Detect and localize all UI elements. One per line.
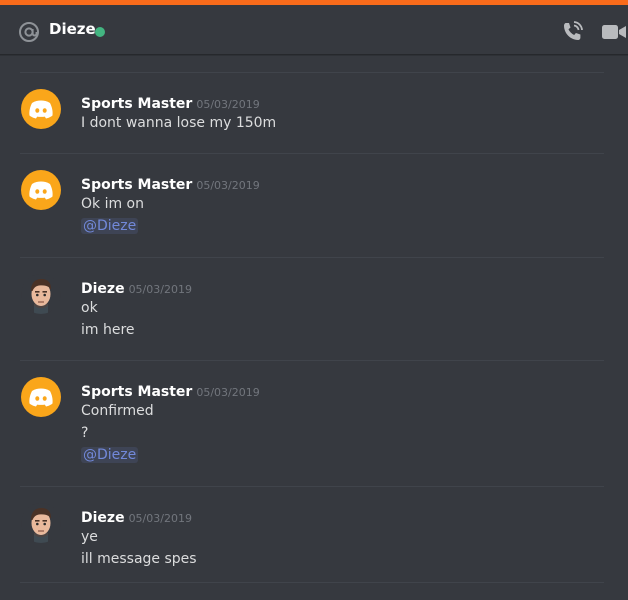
message: Dieze 05/03/2019 ye ill message spes: [0, 503, 628, 587]
timestamp: 05/03/2019: [196, 179, 260, 192]
message-list[interactable]: Sports Master 05/03/2019 I dont wanna los…: [0, 56, 628, 600]
message-text: ye: [81, 529, 98, 545]
timestamp: 05/03/2019: [128, 512, 192, 525]
message-mention-line: @Dieze: [81, 218, 139, 234]
divider: [20, 72, 604, 73]
channel-title: Dieze: [49, 20, 96, 38]
message-text: im here: [81, 322, 135, 338]
chat-header: Dieze: [0, 5, 628, 55]
message-header: Dieze 05/03/2019: [81, 507, 192, 526]
message: Dieze 05/03/2019 ok im here: [0, 274, 628, 358]
divider: [20, 582, 604, 583]
divider: [20, 153, 604, 154]
message-header: Sports Master 05/03/2019: [81, 93, 260, 112]
message-header: Dieze 05/03/2019: [81, 278, 192, 297]
message-text: ill message spes: [81, 551, 197, 567]
discord-default-avatar[interactable]: [21, 170, 61, 210]
message-text: Ok im on: [81, 196, 144, 212]
message-mention-line: @Dieze: [81, 447, 139, 463]
message: Sports Master 05/03/2019 I dont wanna los…: [0, 89, 628, 153]
message-text: Confirmed: [81, 403, 154, 419]
author-name[interactable]: Sports Master: [81, 384, 192, 400]
divider: [20, 257, 604, 258]
author-name[interactable]: Sports Master: [81, 96, 192, 112]
message-text: ok: [81, 300, 98, 316]
message-text: ?: [81, 425, 89, 441]
message: Sports Master 05/03/2019 Confirmed ? @Die…: [0, 377, 628, 485]
voice-call-icon[interactable]: [560, 20, 584, 44]
message-header: Sports Master 05/03/2019: [81, 174, 260, 193]
divider: [20, 360, 604, 361]
cartoon-face-avatar[interactable]: [21, 503, 61, 543]
message-header: Sports Master 05/03/2019: [81, 381, 260, 400]
online-status-dot: [95, 27, 105, 37]
cartoon-face-avatar[interactable]: [21, 274, 61, 314]
author-name[interactable]: Dieze: [81, 510, 125, 526]
message-text: I dont wanna lose my 150m: [81, 115, 277, 131]
discord-default-avatar[interactable]: [21, 89, 61, 129]
timestamp: 05/03/2019: [196, 386, 260, 399]
video-call-icon[interactable]: [601, 22, 627, 42]
author-name[interactable]: Dieze: [81, 281, 125, 297]
author-name[interactable]: Sports Master: [81, 177, 192, 193]
timestamp: 05/03/2019: [196, 98, 260, 111]
user-mention[interactable]: @Dieze: [81, 218, 139, 234]
at-icon: [18, 21, 40, 43]
divider: [20, 486, 604, 487]
user-mention[interactable]: @Dieze: [81, 447, 139, 463]
message: Sports Master 05/03/2019 Ok im on @Dieze: [0, 170, 628, 254]
timestamp: 05/03/2019: [128, 283, 192, 296]
discord-default-avatar[interactable]: [21, 377, 61, 417]
